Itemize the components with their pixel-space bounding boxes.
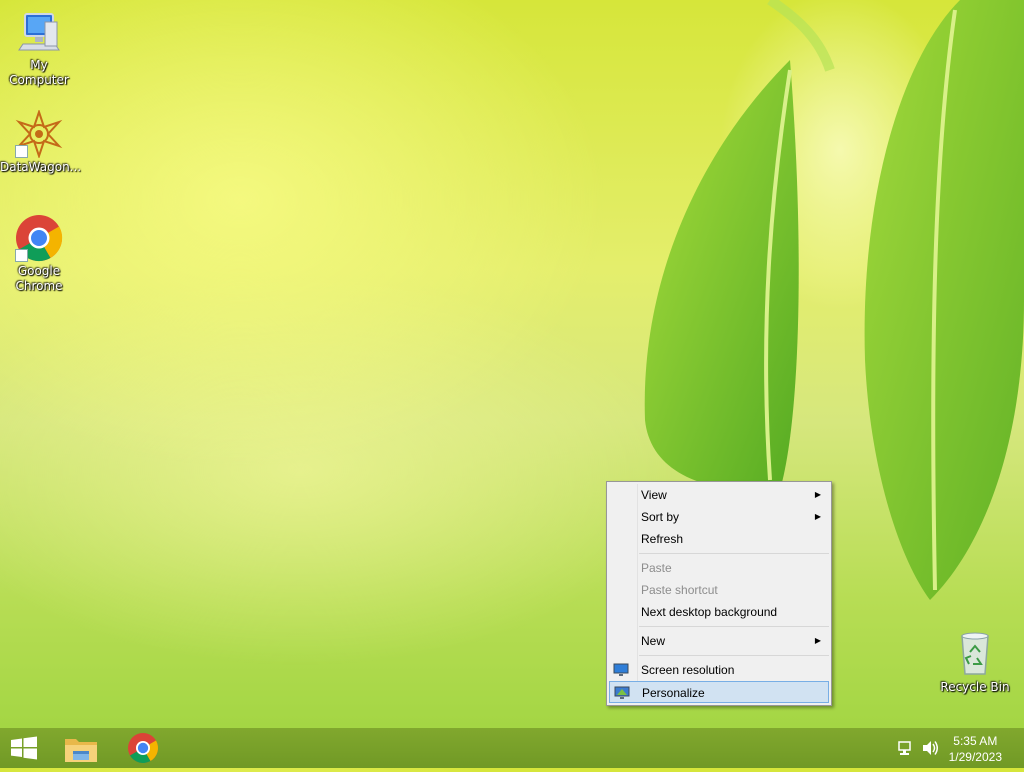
desktop-icon-label: Google Chrome: [15, 264, 63, 293]
submenu-arrow-icon: ▶: [814, 490, 821, 499]
menu-item-label: Next desktop background: [641, 605, 778, 619]
menu-item-label: Refresh: [641, 532, 684, 546]
menu-separator: [639, 626, 829, 627]
network-icon: [898, 741, 911, 755]
menu-item-paste-shortcut[interactable]: Paste shortcut: [609, 579, 829, 601]
tray-volume[interactable]: [920, 728, 940, 768]
menu-item-next-desktop-background[interactable]: Next desktop background: [609, 601, 829, 623]
tray-clock[interactable]: 5:35 AM 1/29/2023: [949, 733, 1002, 765]
menu-item-screen-resolution[interactable]: Screen resolution: [609, 659, 829, 681]
desktop-icon-google-chrome[interactable]: Google Chrome: [0, 214, 78, 294]
menu-item-label: Sort by: [641, 510, 680, 524]
monitor-icon: [613, 662, 629, 676]
desktop-icon-label: DataWagon...: [0, 160, 82, 174]
submenu-arrow-icon: ▶: [814, 636, 821, 645]
start-button[interactable]: [0, 728, 48, 768]
submenu-arrow-icon: ▶: [814, 512, 821, 521]
menu-item-label: Personalize: [642, 686, 705, 700]
menu-item-label: New: [641, 634, 666, 648]
menu-item-label: View: [641, 488, 667, 502]
clock-date: 1/29/2023: [948, 750, 1002, 764]
file-explorer-icon: [65, 739, 97, 762]
menu-item-sort-by[interactable]: Sort by ▶: [609, 506, 829, 528]
shortcut-arrow-icon: [15, 145, 28, 158]
personalize-icon: [614, 685, 630, 699]
computer-icon: [15, 8, 63, 56]
desktop-icon-label: My Computer: [9, 58, 69, 87]
volume-icon: [923, 741, 938, 755]
desktop-icon-recycle-bin[interactable]: Recycle Bin: [936, 630, 1014, 695]
chrome-icon: [128, 733, 159, 764]
menu-item-refresh[interactable]: Refresh: [609, 528, 829, 550]
taskbar-chrome[interactable]: [120, 728, 166, 768]
menu-separator: [639, 553, 829, 554]
menu-item-new[interactable]: New ▶: [609, 630, 829, 652]
desktop-context-menu: View ▶ Sort by ▶ Refresh Paste Paste sho…: [606, 481, 832, 706]
desktop-icon-datawagon[interactable]: DataWagon...: [0, 108, 82, 175]
menu-item-label: Paste: [641, 561, 672, 575]
desktop[interactable]: My Computer DataWagon... Google Chrome R…: [0, 0, 1024, 728]
start-icon: [11, 736, 37, 760]
menu-item-paste[interactable]: Paste: [609, 557, 829, 579]
taskbar-file-explorer[interactable]: [58, 728, 104, 768]
desktop-icon-label: Recycle Bin: [940, 680, 1010, 694]
wallpaper-leaves: [644, 0, 1024, 600]
menu-item-label: Screen resolution: [641, 663, 735, 677]
menu-item-label: Paste shortcut: [641, 583, 718, 597]
shortcut-arrow-icon: [15, 249, 28, 262]
clock-time: 5:35 AM: [953, 734, 998, 748]
taskbar: 5:35 AM 1/29/2023: [0, 728, 1024, 768]
datawagon-icon: [15, 108, 63, 160]
menu-item-personalize[interactable]: Personalize: [609, 681, 829, 703]
menu-item-view[interactable]: View ▶: [609, 484, 829, 506]
menu-separator: [639, 655, 829, 656]
tray-network[interactable]: [896, 728, 916, 768]
recycle-bin-icon: [951, 630, 999, 678]
chrome-icon: [15, 214, 63, 262]
desktop-icon-my-computer[interactable]: My Computer: [0, 8, 78, 88]
